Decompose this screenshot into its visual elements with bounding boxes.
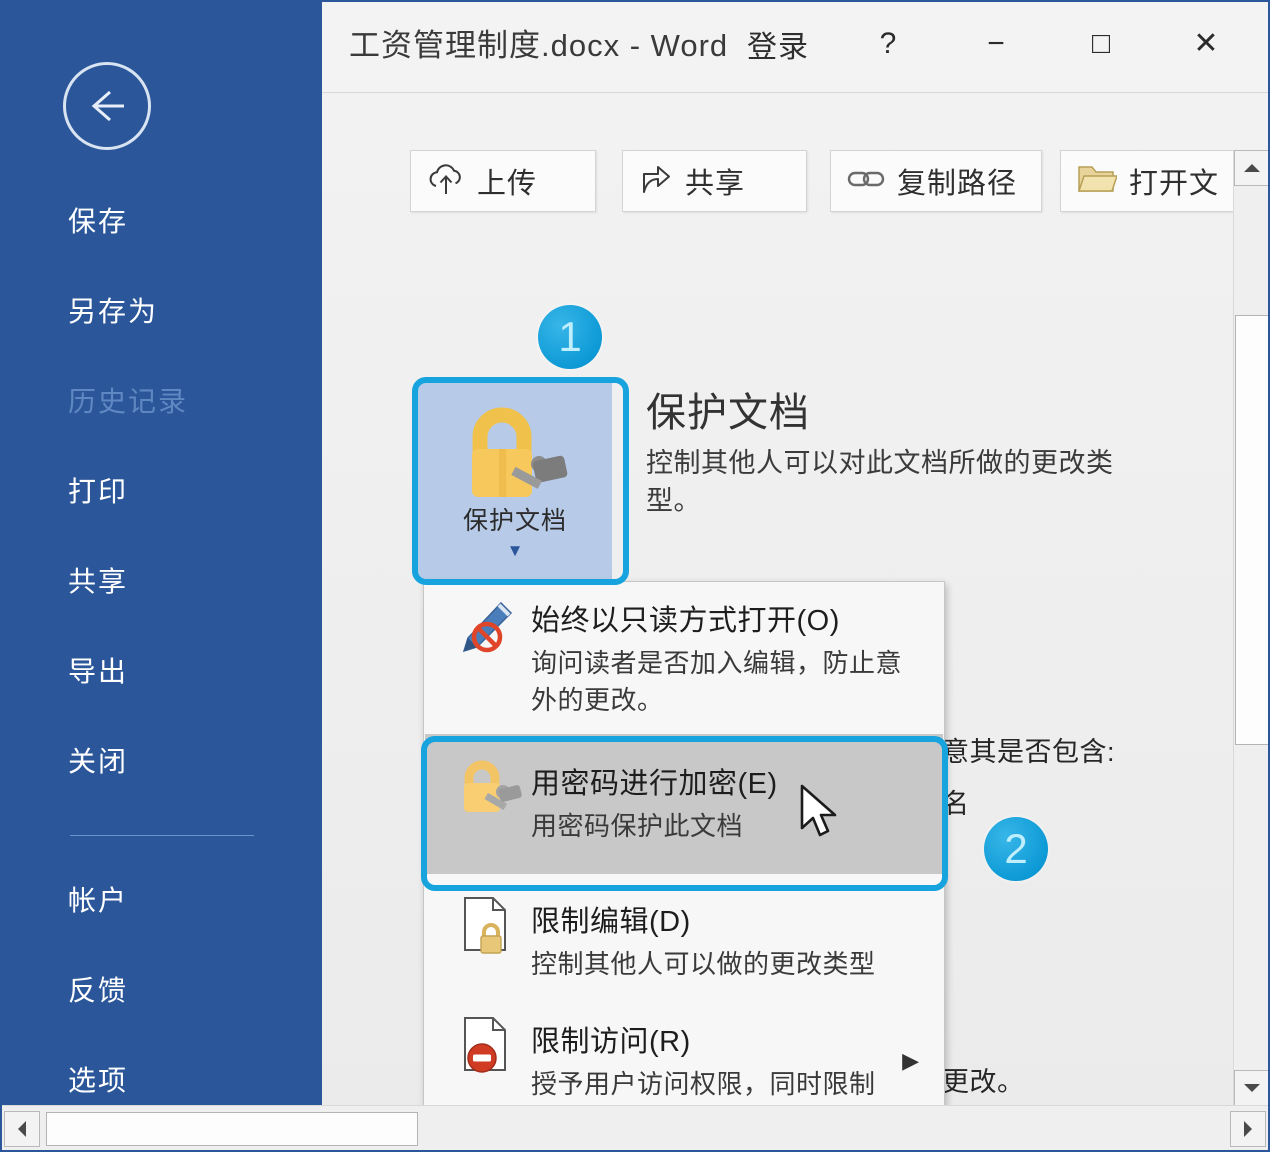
scroll-left-button[interactable]	[4, 1111, 40, 1147]
annotation-badge-2: 2	[984, 817, 1048, 881]
sidebar-item-history: 历史记录	[0, 376, 322, 428]
folder-icon	[1077, 163, 1117, 200]
word-backstage-screen: 保存 另存为 历史记录 打印 共享 导出 关闭 帐户 反馈 选项 工资管理制度.…	[0, 0, 1270, 1152]
menu-item-title: 限制编辑(D)	[531, 898, 943, 940]
menu-item-title: 限制访问(R)	[531, 1018, 943, 1060]
title-bar: 工资管理制度.docx - Word 登录 ? − □ ✕	[322, 0, 1270, 93]
lock-key-icon	[455, 756, 517, 818]
menu-item-description: 授予用户访问权限，同时限制	[531, 1066, 916, 1103]
sidebar-item-save[interactable]: 保存	[0, 196, 322, 248]
close-button[interactable]: ✕	[1177, 18, 1235, 70]
help-button[interactable]: ?	[859, 18, 917, 70]
sidebar-item-close[interactable]: 关闭	[0, 736, 322, 788]
sign-in-button[interactable]: 登录	[747, 22, 809, 66]
chevron-down-icon	[1243, 1082, 1261, 1094]
open-file-location-button-label: 打开文	[1129, 160, 1219, 202]
protect-document-tile-label: 保护文档	[418, 501, 612, 537]
background-text-line-2: 名	[942, 782, 970, 821]
chevron-right-icon	[1242, 1120, 1254, 1138]
menu-item-restrict-editing[interactable]: 限制编辑(D) 控制其他人可以做的更改类型	[425, 880, 943, 994]
horizontal-scrollbar[interactable]	[0, 1105, 1270, 1152]
back-button[interactable]	[63, 62, 151, 150]
chevron-up-icon	[1243, 162, 1261, 174]
menu-item-title: 用密码进行加密(E)	[531, 760, 943, 802]
sidebar-item-print[interactable]: 打印	[0, 466, 322, 518]
protect-document-menu: 始终以只读方式打开(O) 询问读者是否加入编辑，防止意外的更改。 用密码进行加密…	[423, 581, 945, 1106]
copy-path-button-label: 复制路径	[897, 160, 1017, 202]
sidebar-item-account[interactable]: 帐户	[0, 875, 322, 927]
background-text-line-3: 更改。	[942, 1060, 1025, 1099]
menu-item-description: 询问读者是否加入编辑，防止意外的更改。	[531, 645, 916, 719]
document-title: 工资管理制度.docx - Word	[349, 20, 728, 65]
pencil-no-edit-icon	[455, 597, 517, 659]
share-button[interactable]: 共享	[622, 150, 807, 212]
protect-document-heading: 保护文档	[646, 380, 810, 438]
sidebar-divider	[70, 835, 254, 836]
upload-button-label: 上传	[477, 160, 537, 202]
lock-key-icon	[446, 401, 576, 505]
background-text-line-1: 意其是否包含:	[942, 730, 1115, 769]
menu-item-always-open-read-only[interactable]: 始终以只读方式打开(O) 询问读者是否加入编辑，防止意外的更改。	[425, 583, 943, 727]
annotation-badge-1: 1	[538, 305, 602, 369]
share-button-label: 共享	[685, 160, 745, 202]
horizontal-scrollbar-thumb[interactable]	[46, 1112, 418, 1146]
protect-document-description: 控制其他人可以对此文档所做的更改类型。	[646, 444, 1156, 520]
submenu-arrow-icon: ▶	[902, 1048, 919, 1074]
minimize-button[interactable]: −	[967, 18, 1025, 70]
scroll-right-button[interactable]	[1230, 1111, 1266, 1147]
vertical-scrollbar[interactable]	[1233, 150, 1270, 1106]
document-restricted-icon	[455, 1014, 517, 1076]
document-lock-icon	[455, 894, 517, 956]
scroll-up-button[interactable]	[1234, 150, 1270, 186]
mouse-cursor	[799, 784, 843, 847]
upload-button[interactable]: 上传	[410, 150, 596, 212]
chevron-down-icon[interactable]: ▼	[418, 541, 612, 561]
share-icon	[639, 162, 673, 201]
backstage-info-pane: 上传 共享 复制路径	[322, 92, 1270, 1106]
scroll-down-button[interactable]	[1234, 1070, 1270, 1106]
sidebar-item-save-as[interactable]: 另存为	[0, 286, 322, 338]
maximize-button[interactable]: □	[1072, 18, 1130, 70]
link-icon	[847, 167, 885, 196]
chevron-left-icon	[16, 1120, 28, 1138]
back-arrow-icon	[80, 79, 134, 133]
sidebar-item-export[interactable]: 导出	[0, 646, 322, 698]
protect-document-button[interactable]: 保护文档 ▼	[418, 383, 612, 579]
sidebar-item-share[interactable]: 共享	[0, 556, 322, 608]
sidebar-item-options[interactable]: 选项	[0, 1055, 322, 1107]
menu-item-restrict-access[interactable]: 限制访问(R) 授予用户访问权限，同时限制 ▶	[425, 1000, 943, 1106]
copy-path-button[interactable]: 复制路径	[830, 150, 1042, 212]
menu-item-encrypt-with-password[interactable]: 用密码进行加密(E) 用密码保护此文档	[425, 734, 943, 874]
menu-item-description: 控制其他人可以做的更改类型	[531, 946, 916, 983]
sidebar-item-feedback[interactable]: 反馈	[0, 965, 322, 1017]
cloud-upload-icon	[427, 162, 465, 201]
menu-item-description: 用密码保护此文档	[531, 808, 916, 845]
backstage-sidebar: 保存 另存为 历史记录 打印 共享 导出 关闭 帐户 反馈 选项	[0, 0, 322, 1106]
vertical-scrollbar-thumb[interactable]	[1235, 315, 1269, 745]
menu-item-title: 始终以只读方式打开(O)	[531, 597, 943, 639]
